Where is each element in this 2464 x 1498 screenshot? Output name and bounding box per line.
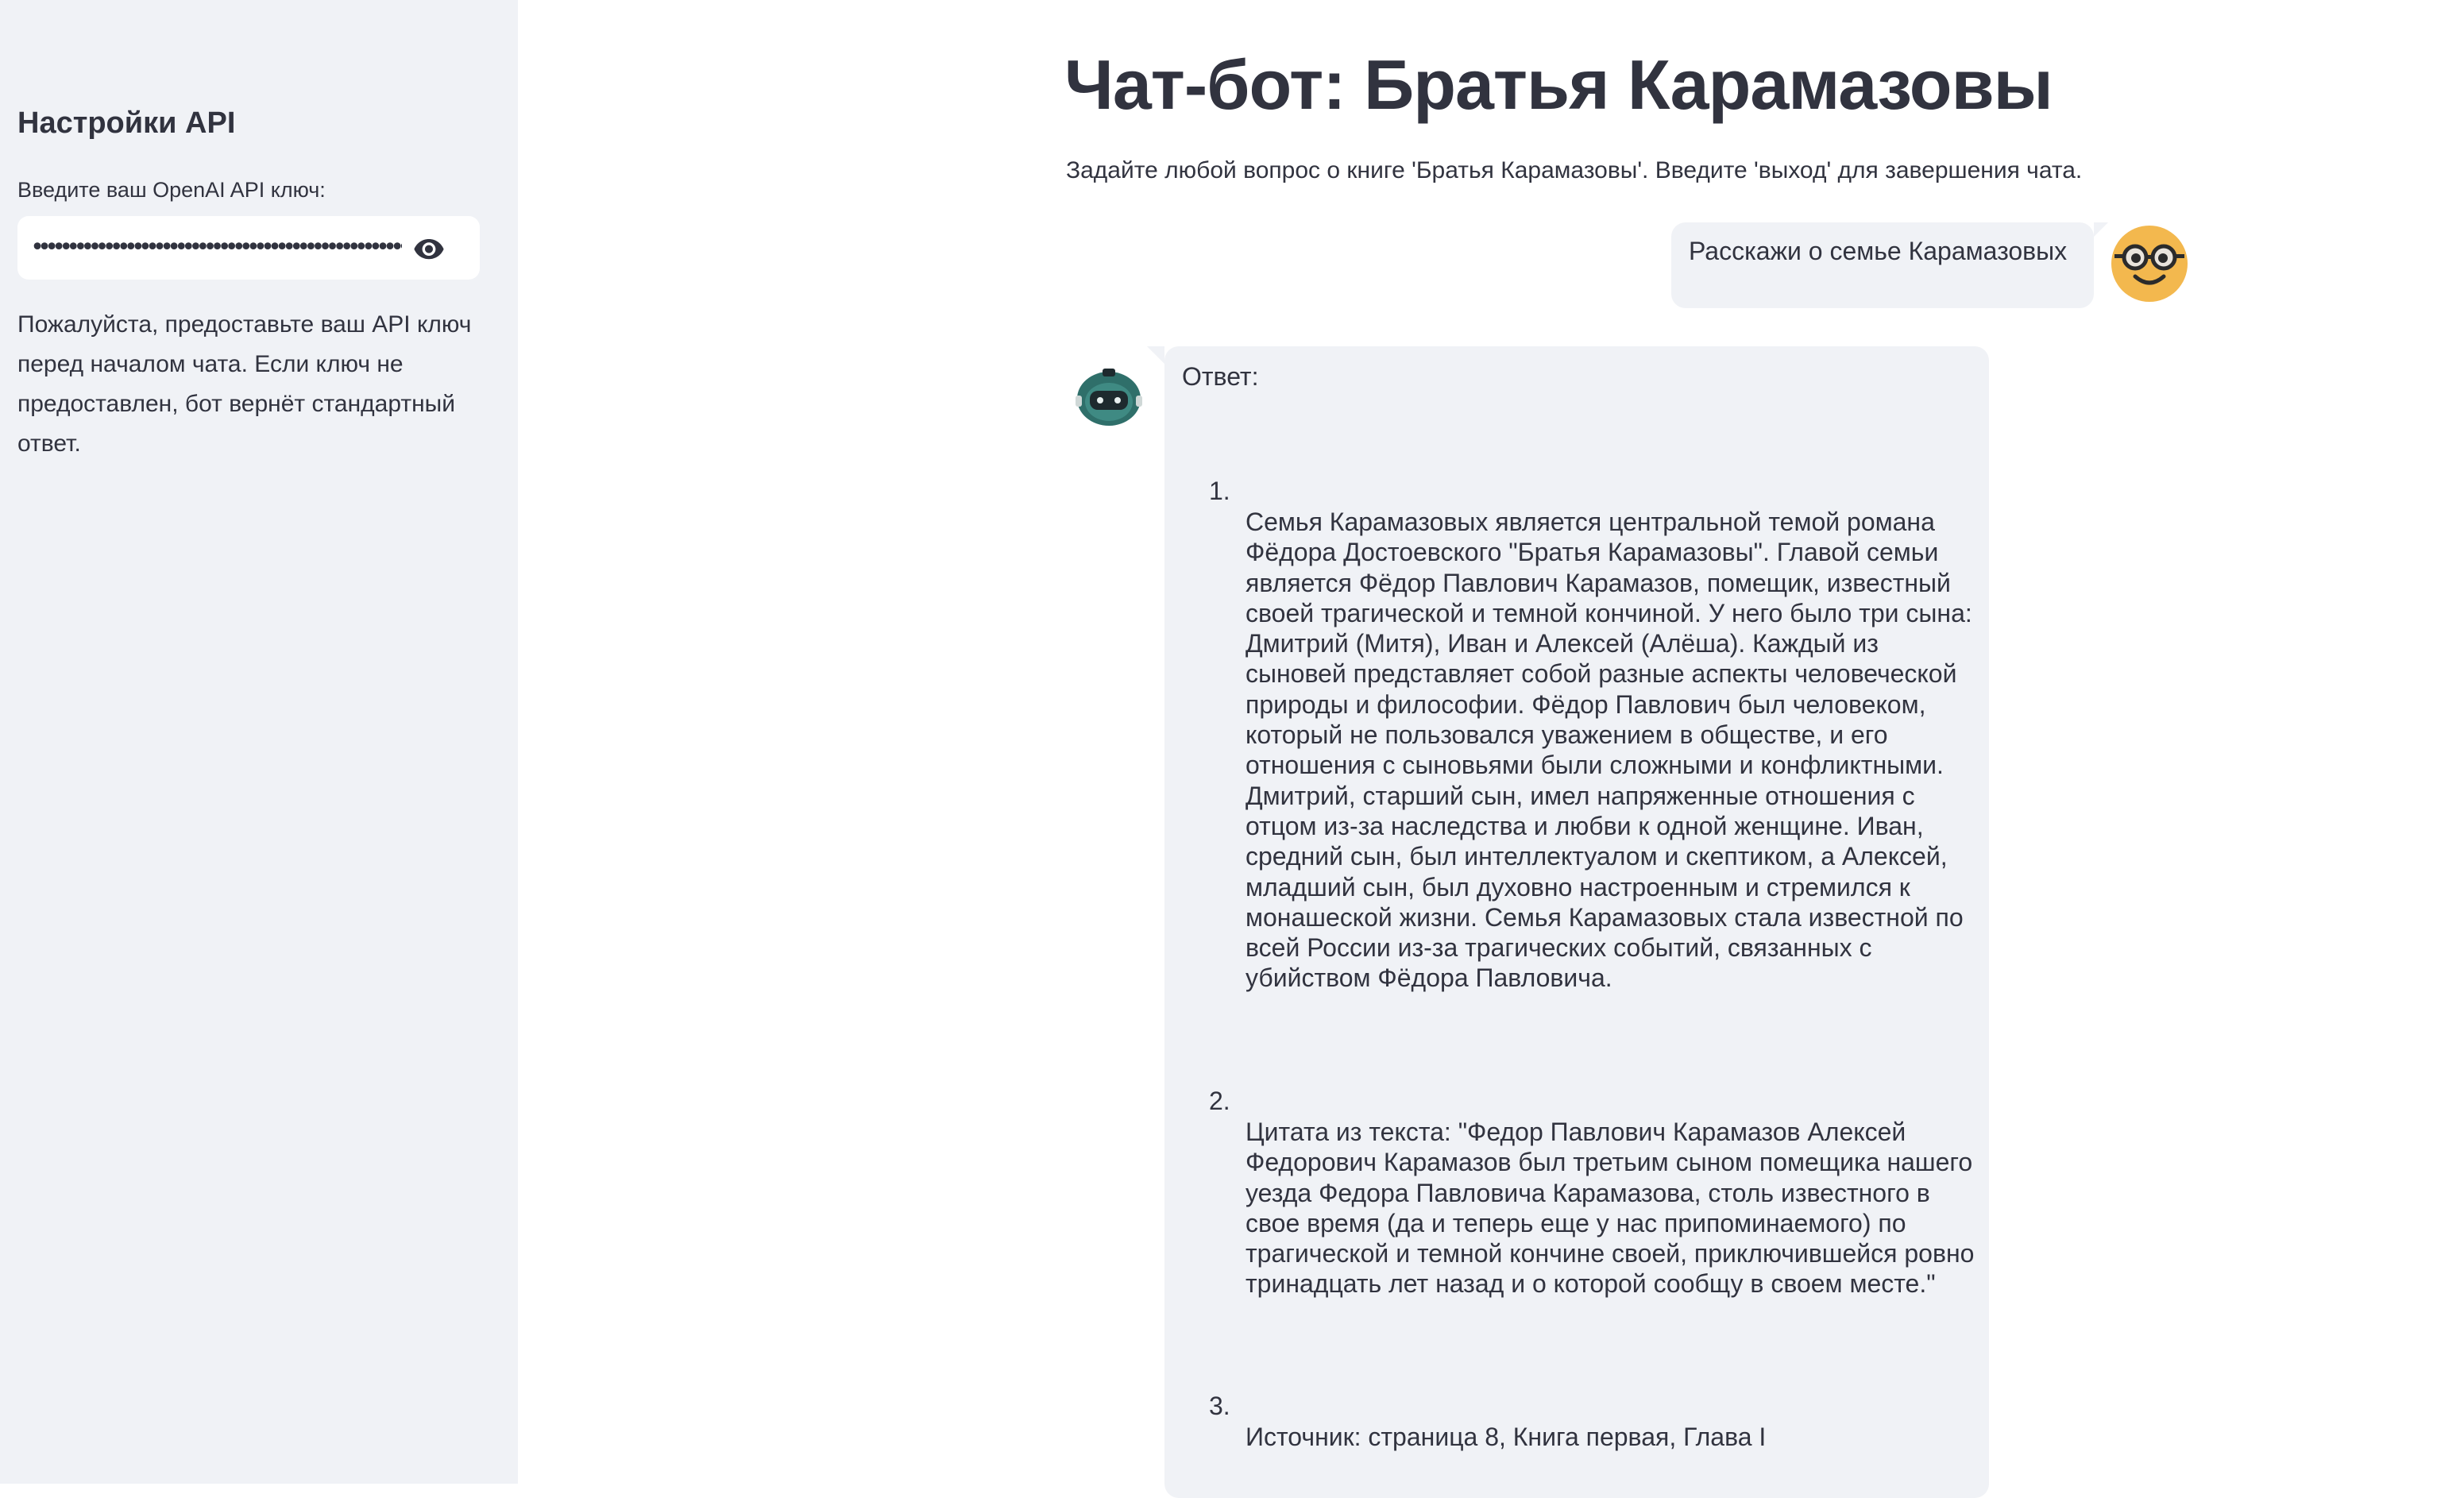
list-item-number: 2. <box>1209 1087 1230 1115</box>
answer-heading: Ответ: <box>1182 362 1259 391</box>
robot-icon <box>1076 369 1142 426</box>
api-key-label: Введите ваш OpenAI API ключ: <box>17 178 326 202</box>
sidebar: Настройки API Введите ваш OpenAI API клю… <box>0 0 518 1484</box>
list-item-text: Семья Карамазовых является центральной т… <box>1246 508 1972 993</box>
user-message: Расскажи о семье Карамазовых <box>1671 222 2108 308</box>
user-message-text: Расскажи о семье Карамазовых <box>1689 237 2068 265</box>
api-key-field[interactable]: ••••••••••••••••••••••••••••••••••••••••… <box>17 216 480 280</box>
list-item-text: Цитата из текста: "Федор Павлович Карама… <box>1246 1118 1975 1299</box>
list-item-number: 1. <box>1209 477 1230 505</box>
nerd-face-icon <box>2111 226 2188 302</box>
api-key-note: Пожалуйста, предоставьте ваш API ключ пе… <box>17 311 472 457</box>
eye-icon[interactable] <box>410 229 448 267</box>
list-item-text: Источник: страница 8, Книга первая, Глав… <box>1246 1423 1767 1451</box>
list-item-number: 3. <box>1209 1392 1230 1420</box>
assistant-message: Ответ: 1. Семья Карамазовых является цен… <box>1147 346 1989 1498</box>
api-key-masked-value[interactable]: ••••••••••••••••••••••••••••••••••••••••… <box>30 234 402 262</box>
page-title: Чат-бот: Братья Карамазовы <box>1064 45 2053 124</box>
sidebar-title: Настройки API <box>17 106 236 140</box>
page-subtitle: Задайте любой вопрос о книге 'Братья Кар… <box>1066 157 2083 183</box>
